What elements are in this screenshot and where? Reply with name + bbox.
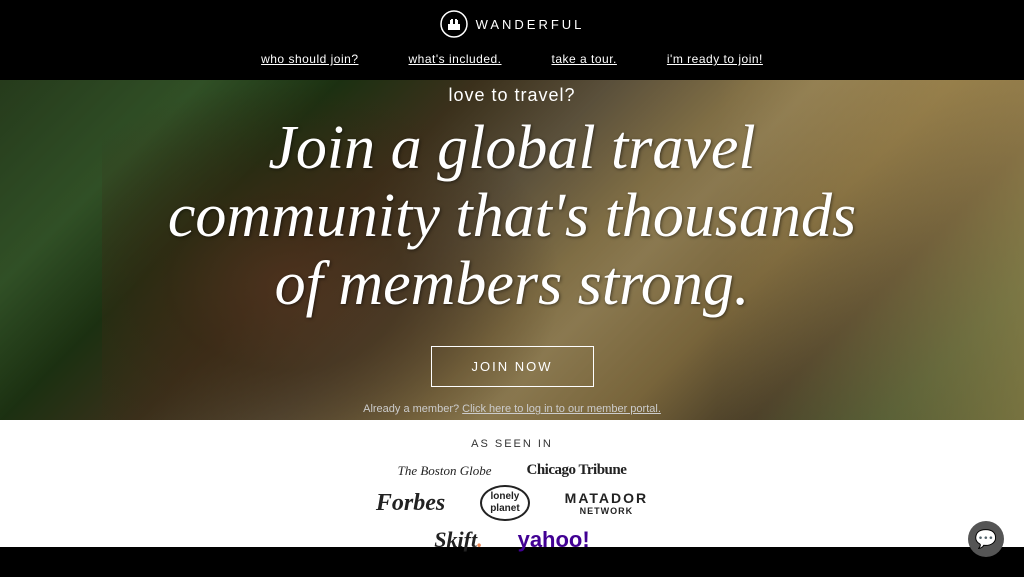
member-login-text: Already a member? Click here to log in t… [157, 403, 867, 415]
chicago-tribune-logo: Chicago Tribune [527, 462, 627, 479]
press-logos-row-1: The Boston Globe Chicago Tribune [0, 462, 1024, 479]
logo-text: WANDERFUL [476, 17, 585, 32]
lonely-planet-logo: lonely planet [480, 485, 529, 521]
boston-globe-logo: The Boston Globe [398, 463, 492, 479]
main-nav: who should join? what's included. take a… [261, 46, 763, 72]
nav-whats-included[interactable]: what's included. [409, 52, 502, 66]
hero-section: love to travel? Join a global travel com… [0, 80, 1024, 420]
join-now-button[interactable]: JOIN NOW [431, 346, 594, 387]
hero-subtitle: love to travel? [157, 85, 867, 106]
as-seen-in-section: AS SEEN IN The Boston Globe Chicago Trib… [0, 420, 1024, 547]
hero-title: Join a global travel community that's th… [157, 114, 867, 319]
forbes-logo: Forbes [376, 490, 445, 517]
member-portal-link[interactable]: Click here to log in to our member porta… [462, 403, 661, 415]
site-header: WANDERFUL who should join? what's includ… [0, 0, 1024, 80]
press-logos-row-2: Forbes lonely planet MATADORNETWORK [0, 485, 1024, 521]
nav-ready-to-join[interactable]: i'm ready to join! [667, 52, 763, 66]
nav-who-should-join[interactable]: who should join? [261, 52, 358, 66]
logo[interactable]: WANDERFUL [440, 10, 585, 38]
chat-icon: 💬 [975, 530, 997, 548]
press-logos-row-3: Skift. yahoo! [0, 527, 1024, 553]
as-seen-in-label: AS SEEN IN [0, 438, 1024, 450]
matador-logo: MATADORNETWORK [565, 490, 648, 516]
already-member-text: Already a member? [363, 403, 459, 415]
hero-content: love to travel? Join a global travel com… [137, 85, 887, 416]
yahoo-logo: yahoo! [518, 527, 590, 553]
skift-logo: Skift. [434, 527, 482, 553]
castle-globe-icon [440, 10, 468, 38]
chat-button[interactable]: 💬 [968, 521, 1004, 557]
nav-take-a-tour[interactable]: take a tour. [552, 52, 617, 66]
